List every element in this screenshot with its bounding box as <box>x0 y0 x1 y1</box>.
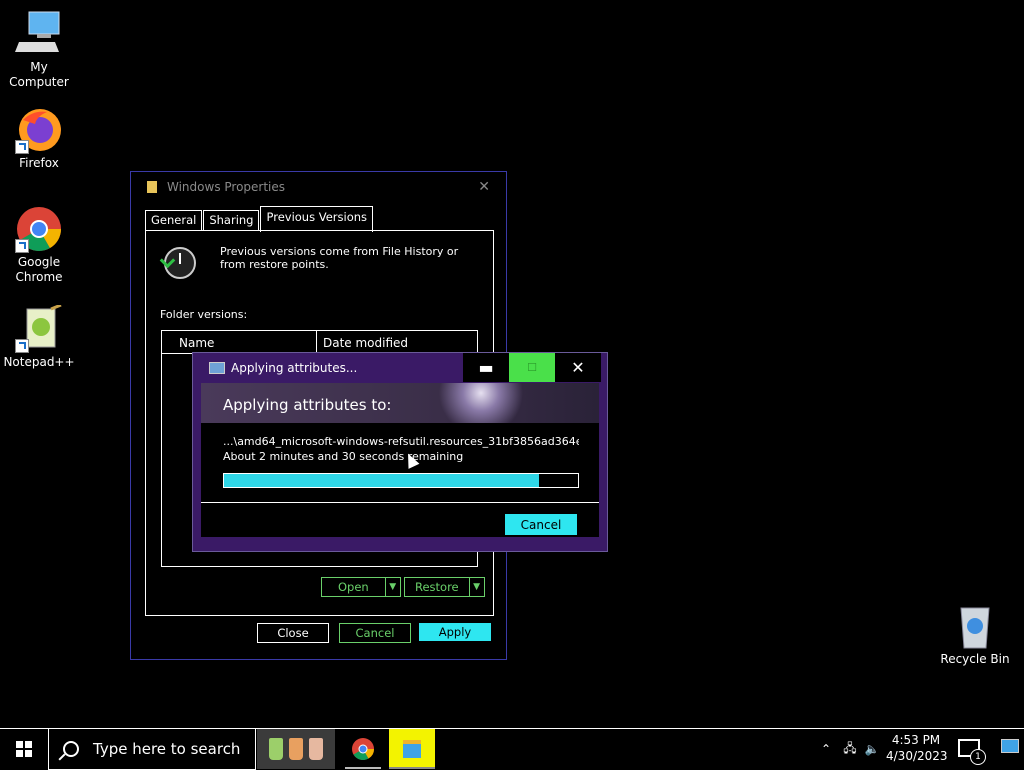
taskbar-clock[interactable]: 4:53 PM 4/30/2023 <box>886 732 948 764</box>
notification-center-icon[interactable]: 1 <box>958 739 986 765</box>
close-button[interactable]: ✕ <box>555 353 601 382</box>
chevron-down-icon[interactable]: ▼ <box>384 578 400 596</box>
taskbar-search-box[interactable]: Type here to search <box>48 729 256 770</box>
clock-date: 4/30/2023 <box>886 749 948 763</box>
notepadpp-icon <box>15 303 63 353</box>
chrome-icon <box>352 738 374 760</box>
desktop-icon-label: Notepad++ <box>3 355 75 369</box>
desktop-icon-notepadpp[interactable]: Notepad++ <box>1 303 77 370</box>
show-desktop-icon[interactable] <box>1001 739 1019 753</box>
attributes-icon <box>209 361 225 374</box>
properties-titlebar[interactable]: Windows Properties ✕ <box>131 172 506 202</box>
restore-clock-icon <box>164 247 196 279</box>
shortcut-arrow-icon <box>15 339 29 353</box>
shortcut-arrow-icon <box>15 140 29 154</box>
open-split-button[interactable]: Open ▼ <box>321 577 401 597</box>
restore-split-button-row: Restore ▼ <box>404 577 485 597</box>
taskbar-app-drinks[interactable] <box>257 729 335 769</box>
desktop-icon-label: My Computer <box>9 60 69 89</box>
file-explorer-icon <box>403 740 421 758</box>
folder-icon <box>147 181 157 193</box>
close-icon[interactable]: ✕ <box>478 179 490 195</box>
progress-bar <box>223 473 579 488</box>
desktop-icon-my-computer[interactable]: My Computer <box>1 10 77 90</box>
window-title: Windows Properties <box>167 180 286 194</box>
network-icon[interactable]: 🖧 <box>840 729 860 769</box>
windows-start-icon[interactable] <box>16 741 32 757</box>
dialog-title: Applying attributes... <box>231 360 358 375</box>
desktop-icon-label: Google Chrome <box>15 255 63 284</box>
tab-general[interactable]: General <box>145 210 203 231</box>
clock-time: 4:53 PM <box>891 733 941 747</box>
open-button-label: Open <box>338 580 369 594</box>
maximize-button[interactable]: ☐ <box>509 353 555 382</box>
desktop-icon-label: Recycle Bin <box>940 652 1010 666</box>
current-file-path: ...\amd64_microsoft-windows-refsutil.res… <box>223 435 579 448</box>
minimize-icon: ▬ <box>478 358 494 377</box>
previous-versions-description: Previous versions come from File History… <box>220 245 459 271</box>
desktop-icon-label: Firefox <box>19 156 59 170</box>
chrome-icon <box>15 205 63 253</box>
apply-button[interactable]: Apply <box>419 623 491 641</box>
search-icon <box>63 741 79 757</box>
tab-previous-versions[interactable]: Previous Versions <box>260 206 374 232</box>
desktop-icon-chrome[interactable]: Google Chrome <box>1 205 77 285</box>
taskbar-app-file-explorer[interactable] <box>389 729 435 769</box>
open-split-button-row: Open ▼ <box>321 577 401 597</box>
restore-split-button[interactable]: Restore ▼ <box>404 577 485 597</box>
tab-strip: General Sharing Previous Versions <box>145 206 374 232</box>
divider <box>201 502 599 503</box>
applying-attributes-dialog: Applying attributes... ▬ ☐ ✕ Applying at… <box>192 352 608 552</box>
drink-icon <box>309 738 323 760</box>
desktop-icon-firefox[interactable]: Firefox <box>1 106 77 171</box>
running-indicator <box>345 767 381 769</box>
desktop-icon-recycle-bin[interactable]: Recycle Bin <box>937 602 1013 667</box>
maximize-icon: ☐ <box>527 361 537 374</box>
taskbar: Type here to search ⌃ 🖧 🔈 4:53 PM 4/30/2… <box>0 728 1024 770</box>
drink-icon <box>269 738 283 760</box>
dialog-body: ...\amd64_microsoft-windows-refsutil.res… <box>201 423 599 537</box>
restore-button-label: Restore <box>415 580 459 594</box>
tab-sharing[interactable]: Sharing <box>203 210 260 231</box>
close-icon: ✕ <box>571 358 585 377</box>
list-header: Name Date modified <box>162 331 477 354</box>
firefox-icon <box>15 106 63 154</box>
dialog-banner: Applying attributes to: <box>201 383 599 423</box>
notification-badge: 1 <box>970 749 986 765</box>
running-indicator <box>389 767 435 769</box>
minimize-button[interactable]: ▬ <box>463 353 509 382</box>
tray-overflow-chevron-icon[interactable]: ⌃ <box>816 729 836 769</box>
taskbar-app-chrome[interactable] <box>345 729 381 769</box>
computer-icon <box>15 10 63 58</box>
drink-icon <box>289 738 303 760</box>
column-header-date-modified[interactable]: Date modified <box>317 331 408 353</box>
dialog-heading: Applying attributes to: <box>223 396 392 414</box>
search-placeholder: Type here to search <box>93 740 241 758</box>
progress-fill <box>224 474 540 487</box>
close-button[interactable]: Close <box>257 623 329 643</box>
volume-icon[interactable]: 🔈 <box>862 729 882 769</box>
cancel-button[interactable]: Cancel <box>339 623 411 643</box>
column-header-name[interactable]: Name <box>162 331 317 353</box>
folder-versions-label: Folder versions: <box>160 308 248 321</box>
recycle-bin-icon <box>951 602 999 650</box>
shortcut-arrow-icon <box>15 239 29 253</box>
chevron-down-icon[interactable]: ▼ <box>468 578 484 596</box>
time-remaining: About 2 minutes and 30 seconds remaining <box>223 450 464 463</box>
cancel-button[interactable]: Cancel <box>505 514 577 535</box>
